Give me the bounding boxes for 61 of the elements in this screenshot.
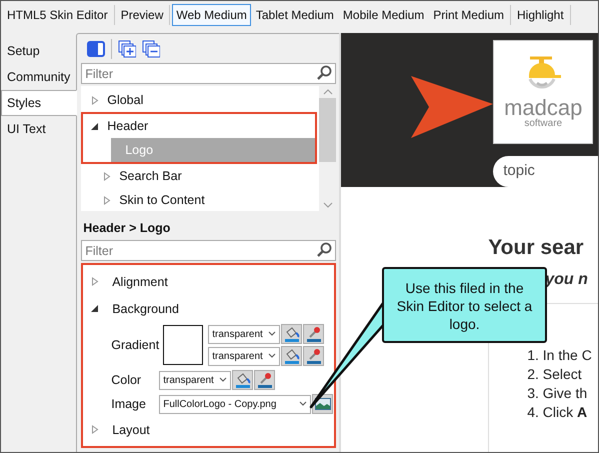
paint-bucket-button[interactable] — [281, 324, 302, 344]
expanded-triangle-icon[interactable] — [91, 304, 100, 313]
step-text: 3. Give th — [527, 384, 588, 403]
step-text: 2. Select — [527, 365, 583, 384]
panel-toggle-icon[interactable] — [87, 40, 106, 57]
field-label: Gradient — [111, 338, 160, 352]
tree-item[interactable]: Header — [83, 114, 316, 138]
field-label: Image — [111, 397, 147, 411]
side-tab[interactable]: UI Text — [1, 116, 76, 142]
results-heading: Your sear — [488, 235, 585, 261]
property-group[interactable]: Layout — [91, 416, 326, 443]
chevron-down-icon — [268, 353, 276, 359]
search-icon — [316, 242, 332, 258]
eyedropper-button[interactable] — [254, 370, 276, 390]
collapsed-triangle-icon[interactable] — [91, 277, 100, 286]
step-text: 1. In the C — [527, 346, 593, 365]
filter-field[interactable]: Filter — [81, 63, 336, 84]
breadcrumb-label: Header > Logo — [82, 220, 172, 237]
toolbar-tab[interactable]: HTML5 Skin Editor — [3, 4, 112, 26]
toolbar-tab[interactable]: Preview — [116, 4, 168, 26]
eyedropper-button[interactable] — [303, 346, 324, 366]
expand-all-icon[interactable] — [118, 40, 136, 58]
toolbar-tab[interactable]: Highlight — [512, 4, 568, 26]
toolbar-tab[interactable]: Tablet Medium — [252, 4, 338, 26]
callout-bubble: Use this filed in the Skin Editor to select a logo. — [382, 267, 547, 343]
toolbar-tab[interactable]: Mobile Medium — [338, 4, 428, 26]
property-group[interactable]: Background — [91, 295, 326, 322]
collapsed-triangle-icon[interactable] — [103, 172, 112, 181]
gradient-swatch[interactable] — [163, 325, 204, 365]
filter-field[interactable]: Filter — [81, 240, 336, 261]
color-dropdown[interactable]: transparent — [159, 370, 232, 390]
tree-item[interactable]: Skin to Content — [81, 188, 320, 211]
side-tab[interactable]: Community — [1, 64, 76, 90]
collapsed-triangle-icon[interactable] — [103, 196, 112, 205]
search-field[interactable]: topic — [493, 156, 598, 187]
collapsed-triangle-icon[interactable] — [91, 96, 100, 105]
collapse-all-icon[interactable] — [142, 40, 160, 58]
search-icon — [316, 65, 332, 82]
chevron-down-icon — [219, 377, 228, 383]
field-label: Color — [111, 373, 142, 387]
expanded-triangle-icon[interactable] — [91, 122, 100, 131]
side-tab[interactable]: Setup — [1, 38, 76, 64]
image-dropdown[interactable]: FullColorLogo - Copy.png — [159, 394, 312, 414]
tree-item[interactable]: Search Bar — [81, 164, 320, 188]
eyedropper-button[interactable] — [303, 324, 324, 344]
collapsed-triangle-icon[interactable] — [91, 425, 100, 434]
tree-item[interactable]: Global — [81, 88, 320, 112]
toolbar-tab[interactable]: Web Medium — [172, 4, 251, 26]
logo-subtext: software — [524, 119, 562, 129]
color-dropdown[interactable]: transparent — [208, 324, 280, 344]
results-subheading: you n — [545, 270, 589, 290]
logo-wordmark: madcap — [504, 97, 582, 119]
chevron-down-icon — [268, 331, 276, 337]
color-dropdown[interactable]: transparent — [208, 346, 280, 366]
paint-bucket-button[interactable] — [281, 346, 302, 366]
paint-bucket-button[interactable] — [232, 370, 254, 390]
chevron-down-icon — [299, 401, 308, 407]
side-tab[interactable]: Styles — [1, 90, 78, 116]
step-text: 4. Click A — [527, 403, 588, 422]
property-group[interactable]: Alignment — [91, 268, 326, 295]
toolbar-tab[interactable]: Print Medium — [429, 4, 508, 26]
